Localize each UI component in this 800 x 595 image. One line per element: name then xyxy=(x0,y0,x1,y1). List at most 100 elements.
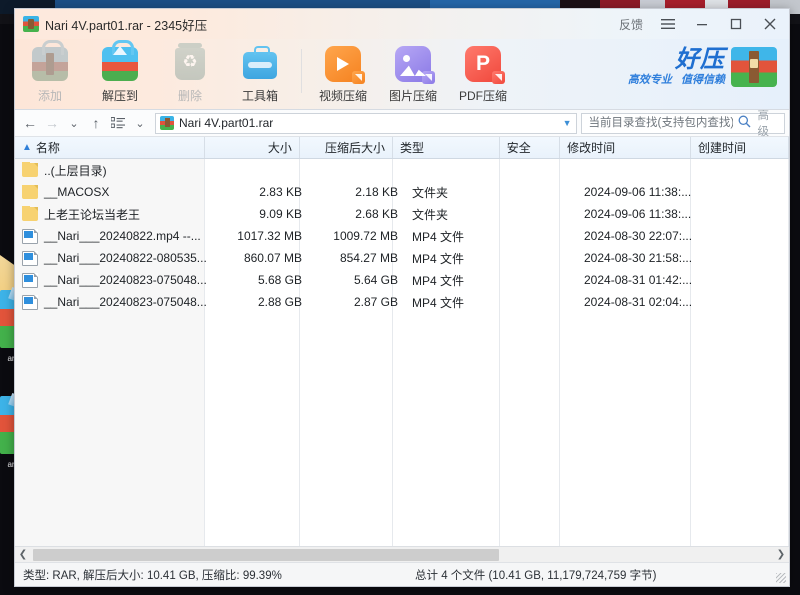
status-archive-info: 类型: RAR, 解压后大小: 10.41 GB, 压缩比: 99.39% xyxy=(23,569,282,582)
hamburger-menu-icon[interactable] xyxy=(651,10,685,39)
arrow-up-icon[interactable]: ↑ xyxy=(85,112,107,134)
path-field[interactable]: Nari 4V.part01.rar ▼ xyxy=(155,112,577,134)
toolbar-delete-label: 删除 xyxy=(177,89,202,103)
view-chevron-down-icon[interactable]: ⌄ xyxy=(129,112,151,134)
cell-name: 上老王论坛当老王 xyxy=(15,205,211,223)
file-name-label: __MACOSX xyxy=(44,185,110,199)
search-input[interactable] xyxy=(586,116,735,130)
cell-csize: 2.18 KB xyxy=(355,185,398,199)
cell-name: __Nari___20240822.mp4 --... xyxy=(15,228,211,244)
file-rows-area[interactable]: ..(上层目录) __MACOSX 2.83 KB 2.18 KB 文件夹 2024-09… xyxy=(15,159,789,546)
cell-type: MP4 文件 xyxy=(412,251,465,266)
column-header-compressed-size[interactable]: 压缩后大小 xyxy=(300,137,394,158)
haozip-brand-icon xyxy=(731,47,777,87)
arrow-left-icon[interactable]: ← xyxy=(19,112,41,134)
history-chevron-down-icon[interactable]: ⌄ xyxy=(63,112,85,134)
cell-csize: 854.27 MB xyxy=(339,251,398,265)
column-header-safety[interactable]: 安全 xyxy=(500,137,561,158)
table-row[interactable]: __Nari___20240823-075048... 2.88 GB 2.87 G… xyxy=(15,291,789,313)
table-row[interactable]: __Nari___20240822-080535... 860.07 MB 854.… xyxy=(15,247,789,269)
path-chevron-down-icon[interactable]: ▼ xyxy=(557,118,572,128)
cell-mtime: 2024-09-06 11:38:... xyxy=(584,185,692,199)
search-box[interactable]: 高级 xyxy=(580,110,785,138)
toolbar-video-compress-label: 视频压缩 xyxy=(318,89,367,103)
file-list: ▲ 名称 大小 压缩后大小 类型 安全 修改时间 创建时间 ..(上层目录) __… xyxy=(15,137,789,563)
table-row[interactable]: 上老王论坛当老王 9.09 KB 2.68 KB 文件夹 2024-09-06 11:3… xyxy=(15,203,789,225)
cell-csize: 2.68 KB xyxy=(355,207,398,221)
toolbar-image-compress-button[interactable]: 图片压缩 xyxy=(378,39,448,108)
folder-icon xyxy=(22,185,38,199)
toolbar-extract-button[interactable]: 解压到 xyxy=(85,39,155,108)
window-controls: 反馈 xyxy=(611,10,787,39)
toolbar-video-compress-button[interactable]: 视频压缩 xyxy=(308,39,378,108)
window-title: Nari 4V.part01.rar - 2345好压 xyxy=(45,18,208,33)
delete-trash-icon xyxy=(170,43,210,84)
scrollbar-thumb[interactable] xyxy=(33,548,499,561)
sort-ascending-icon: ▲ xyxy=(22,142,32,153)
chevron-left-icon[interactable]: ❮ xyxy=(15,549,31,560)
add-archive-icon xyxy=(30,40,70,84)
close-icon[interactable] xyxy=(753,10,787,39)
column-header-created-time[interactable]: 创建时间 xyxy=(691,137,789,158)
table-row[interactable]: ..(上层目录) xyxy=(15,159,789,181)
file-name-label: __Nari___20240822-080535... xyxy=(44,251,207,265)
cell-size: 2.83 KB xyxy=(259,185,302,199)
brand-tagline-left: 高效专业 xyxy=(627,74,672,86)
path-value: Nari 4V.part01.rar xyxy=(179,116,274,130)
list-view-icon[interactable] xyxy=(107,112,129,134)
cell-size: 9.09 KB xyxy=(259,207,302,221)
rar-archive-icon xyxy=(160,116,174,130)
cell-name: __Nari___20240823-075048... xyxy=(15,272,211,288)
minimize-icon[interactable] xyxy=(685,10,719,39)
toolbar-add-button[interactable]: 添加 xyxy=(15,39,85,108)
brand-banner[interactable]: 好压 高效专业 值得信赖 xyxy=(628,47,777,87)
column-header-modified-time[interactable]: 修改时间 xyxy=(560,137,691,158)
maximize-icon[interactable] xyxy=(719,10,753,39)
cell-mtime: 2024-08-30 21:58:... xyxy=(584,251,693,265)
file-name-label: __Nari___20240823-075048... xyxy=(44,295,207,309)
toolbar-image-compress-label: 图片压缩 xyxy=(388,89,437,103)
chevron-right-icon[interactable]: ❯ xyxy=(773,549,789,560)
feedback-button[interactable]: 反馈 xyxy=(611,16,651,33)
arrow-right-icon[interactable]: → xyxy=(41,112,63,134)
cell-type: MP4 文件 xyxy=(412,273,465,288)
folder-icon xyxy=(22,161,38,177)
file-name-label: 上老王论坛当老王 xyxy=(44,207,141,222)
cell-size: 2.88 GB xyxy=(257,295,302,309)
cell-csize: 1009.72 MB xyxy=(333,229,398,243)
cell-mtime: 2024-09-06 11:38:... xyxy=(584,207,692,221)
toolbar-toolbox-label: 工具箱 xyxy=(241,89,278,103)
search-icon[interactable] xyxy=(735,115,754,131)
advanced-search-link[interactable]: 高级 xyxy=(754,107,780,139)
cell-size: 1017.32 MB xyxy=(237,229,302,243)
column-header-type[interactable]: 类型 xyxy=(393,137,500,158)
video-compress-icon xyxy=(323,44,365,84)
scrollbar-track[interactable] xyxy=(31,546,773,563)
cell-type: MP4 文件 xyxy=(412,229,465,244)
cell-mtime: 2024-08-31 01:42:... xyxy=(584,273,693,287)
cell-type: 文件夹 xyxy=(412,185,449,200)
table-row[interactable]: __MACOSX 2.83 KB 2.18 KB 文件夹 2024-09-06 11:3… xyxy=(15,181,789,203)
brand-tagline-right: 值得信赖 xyxy=(681,74,725,86)
table-row[interactable]: __Nari___20240823-075048... 5.68 GB 5.64 G… xyxy=(15,269,789,291)
toolbar-divider xyxy=(301,49,302,93)
status-total-info: 总计 4 个文件 (10.41 GB, 11,179,724,759 字节) xyxy=(415,569,657,582)
rar-archive-icon xyxy=(23,16,39,32)
file-name-label: __Nari___20240822.mp4 --... xyxy=(44,229,201,243)
cell-type: 文件夹 xyxy=(412,207,449,222)
title-bar[interactable]: Nari 4V.part01.rar - 2345好压 反馈 xyxy=(15,9,789,39)
file-row-container: ..(上层目录) __MACOSX 2.83 KB 2.18 KB 文件夹 2024-09… xyxy=(15,159,789,313)
pdf-compress-icon xyxy=(463,44,505,84)
resize-grip[interactable] xyxy=(776,573,786,583)
toolbar-delete-button[interactable]: 删除 xyxy=(155,39,225,108)
column-header-size[interactable]: 大小 xyxy=(205,137,300,158)
toolbox-icon xyxy=(240,44,280,84)
image-compress-icon xyxy=(393,44,435,84)
column-header-name[interactable]: ▲ 名称 xyxy=(15,137,205,158)
cell-mtime: 2024-08-31 02:04:... xyxy=(584,295,693,309)
horizontal-scrollbar[interactable]: ❮ ❯ xyxy=(15,546,789,563)
toolbar-toolbox-button[interactable]: 工具箱 xyxy=(225,39,295,108)
table-row[interactable]: __Nari___20240822.mp4 --... 1017.32 MB 100… xyxy=(15,225,789,247)
column-headers: ▲ 名称 大小 压缩后大小 类型 安全 修改时间 创建时间 xyxy=(15,137,789,159)
toolbar-pdf-compress-button[interactable]: PDF压缩 xyxy=(448,39,518,108)
